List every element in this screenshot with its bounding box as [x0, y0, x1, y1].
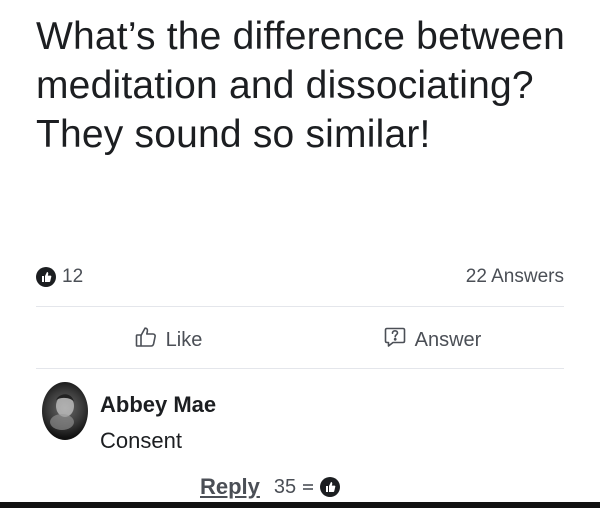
answers-count[interactable]: 22 Answers: [466, 266, 564, 288]
like-label: Like: [165, 328, 203, 351]
divider-top: [36, 306, 564, 307]
reply-button[interactable]: Reply: [200, 474, 260, 500]
comment-votes[interactable]: 35: [273, 475, 341, 499]
answer-button[interactable]: Answer: [300, 318, 564, 362]
like-button[interactable]: Like: [36, 318, 300, 362]
divider-bottom: [36, 368, 564, 369]
upvote-icon: [36, 267, 56, 287]
question-bubble-icon: [383, 325, 407, 355]
comment-author[interactable]: Abbey Mae: [100, 392, 216, 418]
answer-label: Answer: [414, 328, 482, 351]
dash-icon: [302, 476, 314, 499]
thumbs-up-icon: [134, 325, 158, 355]
bottom-bar: [0, 502, 600, 508]
comment-text: Consent: [100, 428, 182, 453]
upvote-icon: [320, 477, 341, 497]
question-stats: 12 22 Answers: [36, 262, 564, 292]
avatar[interactable]: [42, 382, 88, 440]
comment-vote-number: 35: [273, 475, 297, 498]
comment-actions: Reply 35: [200, 474, 341, 500]
upvote-count[interactable]: 12: [36, 266, 83, 288]
upvote-number: 12: [62, 266, 84, 287]
comment: Abbey Mae Consent: [42, 378, 570, 458]
comment-bubble: Abbey Mae Consent: [100, 378, 216, 454]
question-text: What’s the difference between meditation…: [36, 15, 566, 156]
action-bar: Like Answer: [36, 318, 564, 362]
